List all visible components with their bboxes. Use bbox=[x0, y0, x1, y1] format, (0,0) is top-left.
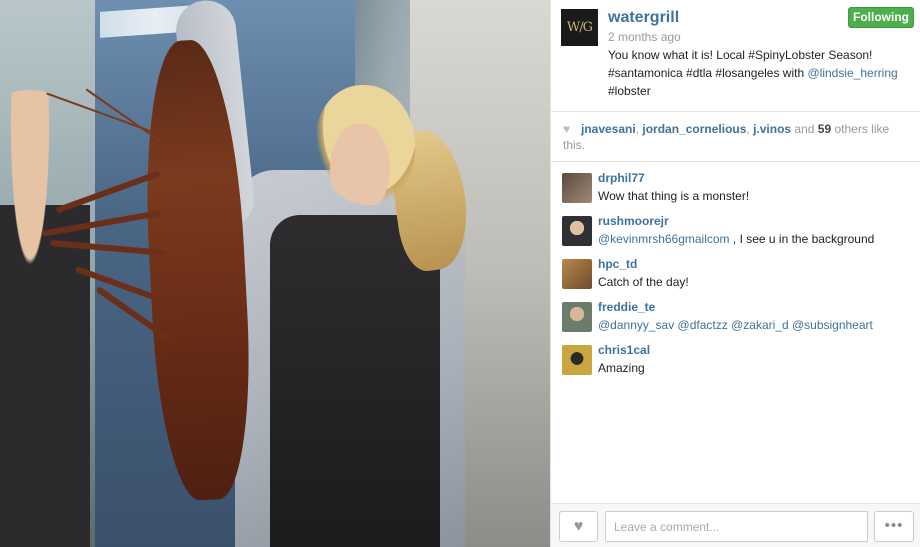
comment-item: chris1cal Amazing bbox=[551, 342, 920, 385]
like-button[interactable]: ♥ bbox=[559, 511, 598, 542]
photo-person-left bbox=[0, 90, 90, 547]
liker-link[interactable]: jordan_cornelious bbox=[642, 122, 746, 136]
caption-tail: #lobster bbox=[608, 84, 651, 98]
commenter-username[interactable]: hpc_td bbox=[598, 257, 637, 271]
divider bbox=[551, 161, 920, 162]
commenter-avatar[interactable] bbox=[562, 173, 592, 203]
commenter-avatar[interactable] bbox=[562, 259, 592, 289]
likes-and-text: and bbox=[791, 122, 818, 136]
heart-icon: ♥ bbox=[563, 122, 571, 136]
comment-item: drphil77 Wow that thing is a monster! bbox=[551, 170, 920, 213]
comment-text: @dannyy_sav @dfactzz @zakari_d @subsignh… bbox=[598, 318, 873, 332]
comment-text: Catch of the day! bbox=[598, 275, 689, 289]
following-button[interactable]: Following bbox=[848, 7, 914, 28]
author-logo-text: W/G bbox=[566, 20, 593, 35]
comment-item: rushmoorejr @kevinmrsh66gmailcom , I see… bbox=[551, 213, 920, 256]
comment-body: Amazing bbox=[598, 361, 645, 375]
comment-mention-link[interactable]: @kevinmrsh66gmailcom bbox=[598, 232, 730, 246]
post-photo[interactable] bbox=[0, 0, 550, 547]
comment-text: Amazing bbox=[598, 361, 645, 375]
commenter-username[interactable]: rushmoorejr bbox=[598, 214, 669, 228]
likes-others-count[interactable]: 59 bbox=[818, 122, 831, 136]
likes-summary: ♥ jnavesani, jordan_cornelious, j.vinos a… bbox=[563, 121, 913, 153]
post-header: W/G watergrill 2 months ago Following Yo… bbox=[551, 0, 920, 112]
commenter-avatar[interactable] bbox=[562, 302, 592, 332]
liker-link[interactable]: j.vinos bbox=[753, 122, 791, 136]
comment-text: Wow that thing is a monster! bbox=[598, 189, 749, 203]
commenter-avatar[interactable] bbox=[562, 216, 592, 246]
author-username[interactable]: watergrill bbox=[608, 9, 679, 27]
comment-mention-link[interactable]: @dannyy_sav @dfactzz @zakari_d @subsignh… bbox=[598, 318, 873, 332]
comment-item: freddie_te @dannyy_sav @dfactzz @zakari_… bbox=[551, 299, 920, 342]
divider bbox=[551, 111, 920, 112]
commenter-username[interactable]: freddie_te bbox=[598, 300, 655, 314]
comment-item: hpc_td Catch of the day! bbox=[551, 256, 920, 299]
post-caption: You know what it is! Local #SpinyLobster… bbox=[608, 46, 914, 100]
post-timestamp[interactable]: 2 months ago bbox=[608, 30, 681, 44]
author-avatar[interactable]: W/G bbox=[561, 9, 598, 46]
liker-link[interactable]: jnavesani bbox=[581, 122, 636, 136]
caption-mention-link[interactable]: @lindsie_herring bbox=[807, 66, 897, 80]
commenter-avatar[interactable] bbox=[562, 345, 592, 375]
comment-footer: ♥ ••• bbox=[551, 503, 920, 547]
more-options-button[interactable]: ••• bbox=[874, 511, 914, 542]
comment-body: , I see u in the background bbox=[729, 232, 875, 246]
commenter-username[interactable]: drphil77 bbox=[598, 171, 645, 185]
comment-body: Wow that thing is a monster! bbox=[598, 189, 750, 203]
post-side-panel: W/G watergrill 2 months ago Following Yo… bbox=[550, 0, 920, 547]
comment-input[interactable] bbox=[605, 511, 868, 542]
commenter-username[interactable]: chris1cal bbox=[598, 343, 650, 357]
comment-body: Catch of the day! bbox=[598, 275, 689, 289]
comment-text: @kevinmrsh66gmailcom , I see u in the ba… bbox=[598, 232, 874, 246]
heart-icon: ♥ bbox=[573, 517, 584, 535]
